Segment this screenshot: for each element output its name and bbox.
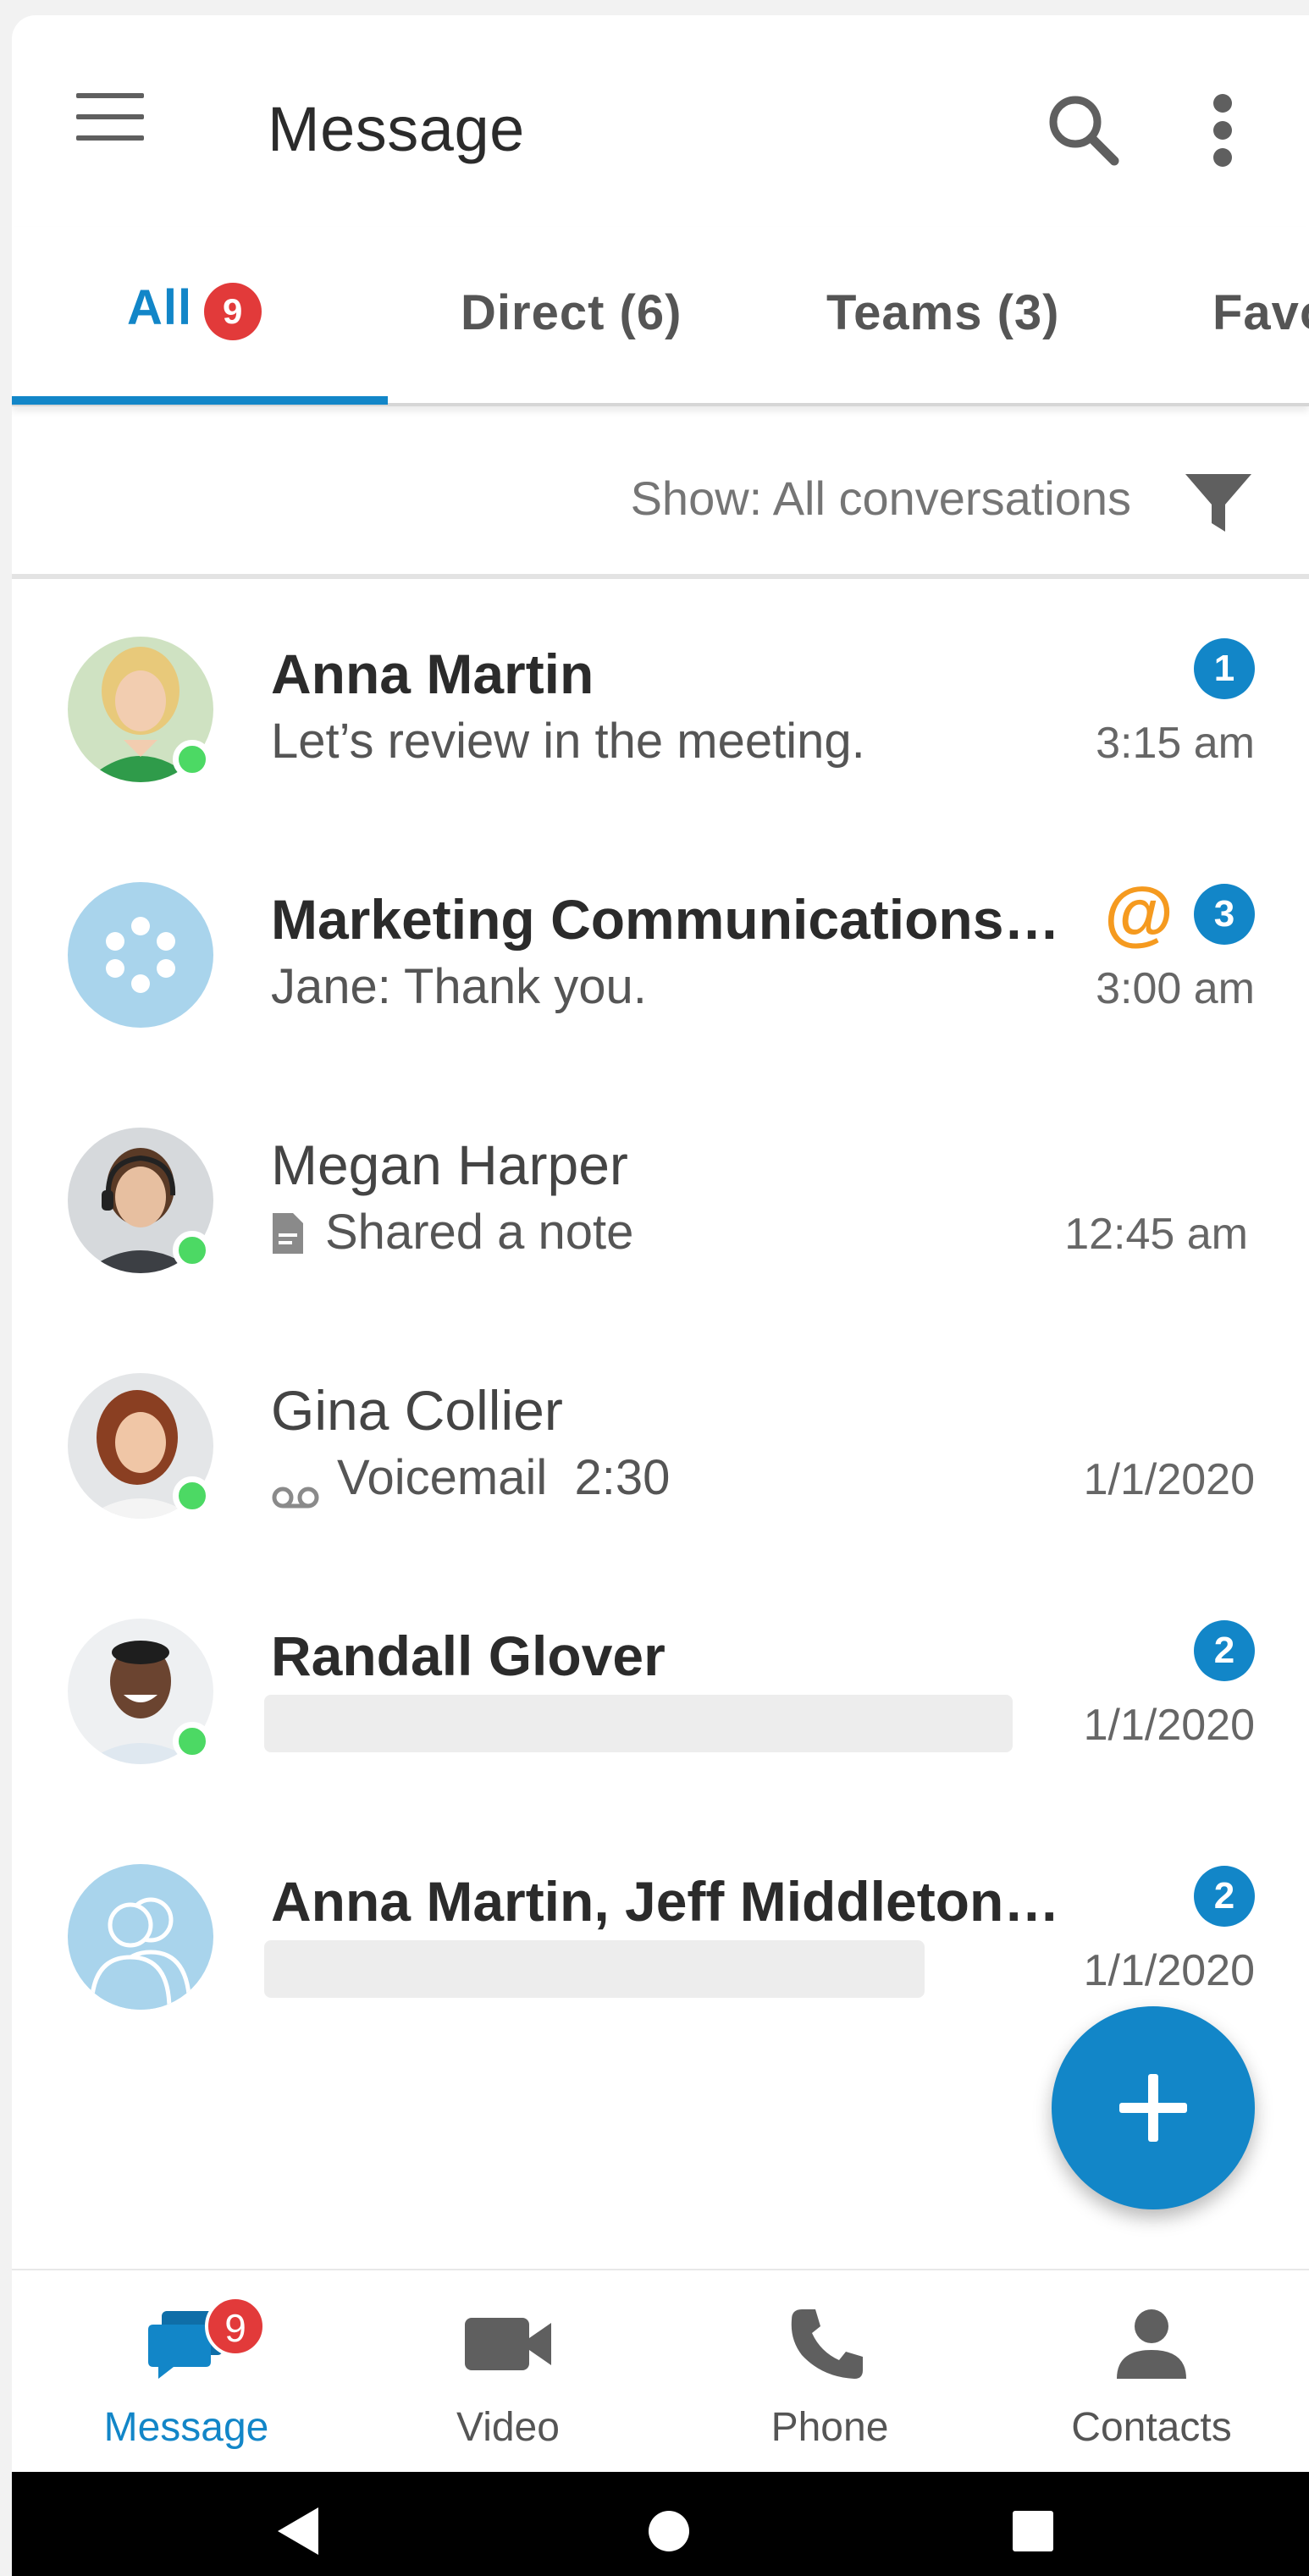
nav-label: Video [456,2405,560,2450]
presence-online-indicator [173,1231,212,1270]
nav-video[interactable]: Video [347,2270,669,2474]
bottom-navigation: 9 Message Video Phone Contacts [12,2269,1309,2472]
video-camera-icon [461,2306,555,2382]
system-navigation-bar [12,2472,1309,2576]
message-preview: Shared a note [271,1204,633,1260]
mention-icon: @ [1104,873,1174,952]
conversation-tabs: All9 Direct (6) Teams (3) Favo [12,227,1309,406]
presence-online-indicator [173,1722,212,1761]
timestamp: 1/1/2020 [1083,1946,1255,1995]
timestamp: 3:15 am [1096,719,1255,768]
message-preview-text: Shared a note [325,1205,634,1260]
person-icon [1105,2306,1198,2382]
nav-label: Contacts [1071,2405,1232,2450]
group-avatar [68,1864,213,2010]
active-tab-indicator [12,396,388,405]
voicemail-icon [271,1465,320,1508]
timestamp: 12:45 am [1064,1210,1248,1259]
conversation-name: Megan Harper [271,1134,628,1196]
nav-contacts[interactable]: Contacts [991,2270,1309,2474]
conversation-name: Marketing Communications… [271,888,1060,951]
team-avatar [68,882,213,1028]
presence-online-indicator [173,740,212,779]
phone-icon [783,2306,876,2382]
unread-count-badge: 2 [1194,1620,1255,1681]
conversation-name: Anna Martin [271,643,594,705]
note-icon [271,1211,305,1255]
nav-message[interactable]: 9 Message [25,2270,347,2474]
timestamp: 1/1/2020 [1083,1455,1255,1504]
message-preview: Jane: Thank you. [271,958,647,1015]
timestamp: 1/1/2020 [1083,1701,1255,1750]
message-preview-text: Jane: Thank you. [271,959,647,1014]
unread-count-badge: 2 [1194,1866,1255,1927]
filter-icon[interactable] [1180,464,1257,540]
more-vert-icon[interactable] [1197,88,1248,173]
hamburger-menu-icon[interactable] [76,93,144,144]
message-preview-placeholder [264,1940,925,1998]
new-conversation-button[interactable] [1052,2006,1255,2209]
conversation-name: Anna Martin, Jeff Middleton… [271,1870,1060,1933]
conversation-name: Gina Collier [271,1379,563,1442]
tab-all-label: All [127,280,193,335]
tab-teams[interactable]: Teams (3) [826,284,1059,341]
nav-phone[interactable]: Phone [669,2270,991,2474]
filter-label[interactable]: Show: All conversations [631,471,1131,526]
search-icon[interactable] [1041,88,1126,173]
nav-label: Phone [770,2405,889,2450]
tab-all[interactable]: All 9 [127,279,262,340]
unread-badge: 9 [205,2296,266,2357]
tab-favorites[interactable]: Favo [1212,284,1309,341]
app-window: Message All9 Direct (6) Teams (3) Favo S… [12,15,1309,2576]
conversation-row[interactable]: Marketing Communications… Jane: Thank yo… [12,833,1309,1078]
back-icon[interactable] [266,2497,334,2565]
presence-online-indicator [173,1476,212,1515]
plus-icon [1119,2074,1187,2142]
unread-count-badge: 3 [1194,884,1255,945]
recents-icon[interactable] [999,2497,1067,2565]
message-preview-text: Let’s review in the meeting. [271,714,865,769]
home-icon[interactable] [635,2497,703,2565]
unread-badge: 9 [204,282,262,340]
page-title: Message [268,94,525,164]
message-preview-text: Voicemail 2:30 [337,1450,671,1505]
nav-label: Message [103,2405,269,2450]
unread-count-badge: 1 [1194,638,1255,699]
timestamp: 3:00 am [1096,964,1255,1013]
app-bar: Message [12,15,1309,218]
conversation-row[interactable]: Gina Collier Voicemail 2:30 1/1/2020 [12,1324,1309,1569]
conversation-row[interactable]: Megan Harper Shared a note 12:45 am [12,1078,1309,1324]
message-preview: Let’s review in the meeting. [271,713,865,769]
conversation-row[interactable]: Anna Martin Let’s review in the meeting.… [12,587,1309,833]
message-preview: Voicemail 2:30 [271,1449,671,1508]
conversation-row[interactable]: Randall Glover 2 1/1/2020 [12,1569,1309,1815]
message-preview-placeholder [264,1695,1013,1752]
tab-direct[interactable]: Direct (6) [461,284,682,341]
filter-bar: Show: All conversations [12,410,1309,579]
conversation-name: Randall Glover [271,1624,666,1687]
